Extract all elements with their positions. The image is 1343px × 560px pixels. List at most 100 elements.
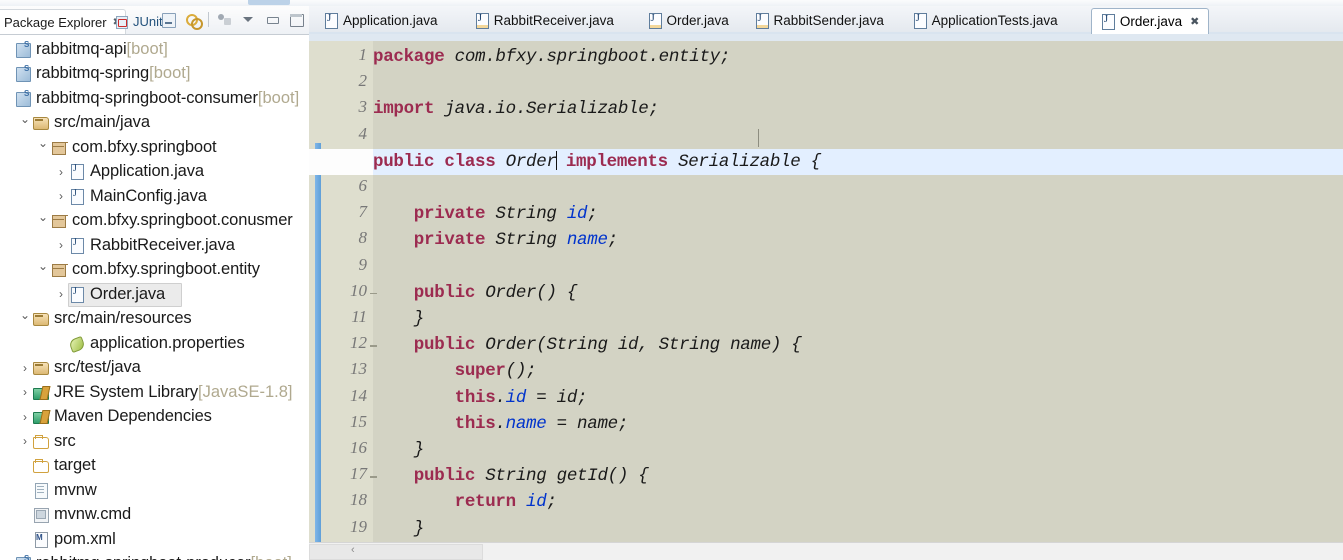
code-token: Order	[505, 151, 557, 172]
collapse-all-icon[interactable]	[160, 11, 177, 28]
tree-expand-arrow[interactable]	[18, 312, 32, 326]
code-line-18[interactable]: return id;	[373, 489, 1343, 515]
code-line-10[interactable]: public Order() {	[373, 280, 1343, 306]
code-line-3[interactable]: import java.io.Serializable;	[373, 96, 1343, 122]
line-number: 10	[350, 280, 367, 300]
minimize-icon[interactable]	[264, 11, 281, 28]
tree-expand-arrow[interactable]	[36, 214, 50, 228]
tab-label: Package Explorer	[4, 14, 107, 30]
tree-item-mvnw[interactable]: mvnw	[0, 478, 309, 503]
tree-item-label: JRE System Library	[54, 382, 198, 401]
tree-item-order-java[interactable]: Order.java	[0, 282, 309, 307]
tree-item-src[interactable]: src	[0, 429, 309, 454]
tab-junit[interactable]: JUnit	[112, 9, 167, 33]
tree-expand-arrow[interactable]	[54, 238, 68, 252]
tree-item-rabbitmq-springboot-consumer[interactable]: rabbitmq-springboot-consumer [boot]	[0, 86, 309, 111]
code-lines[interactable]: package com.bfxy.springboot.entity; impor…	[309, 41, 1343, 549]
editor-tab-order-java-5[interactable]: Order.java ✖	[1090, 8, 1210, 34]
tree-expand-arrow[interactable]	[54, 165, 68, 179]
tree-item-rabbitmq-springboot-producer[interactable]: rabbitmq-springboot-producer [boot]	[0, 552, 309, 560]
project-tree[interactable]: rabbitmq-api [boot]rabbitmq-spring [boot…	[0, 35, 309, 560]
tree-item-mainconfig-java[interactable]: MainConfig.java	[0, 184, 309, 209]
code-token: java.io.Serializable;	[434, 99, 659, 120]
code-editor[interactable]: 1234567891011121314151617181920 package …	[309, 41, 1343, 549]
file-icon	[32, 482, 51, 499]
tree-expand-arrow[interactable]	[36, 263, 50, 277]
editor-tab-label: RabbitReceiver.java	[493, 13, 614, 28]
tree-item-com-bfxy-springboot-entity[interactable]: com.bfxy.springboot.entity	[0, 258, 309, 283]
tab-package-explorer[interactable]: Package Explorer ✖	[0, 9, 127, 34]
tree-item-com-bfxy-springboot[interactable]: com.bfxy.springboot	[0, 135, 309, 160]
code-token: com.bfxy.springboot.entity;	[444, 47, 731, 67]
code-token: this	[373, 387, 496, 408]
editor-tab-label: Order.java	[1119, 14, 1183, 29]
tree-expand-arrow[interactable]	[18, 116, 32, 130]
tree-expand-arrow[interactable]	[18, 361, 32, 375]
tree-item-application-properties[interactable]: application.properties	[0, 331, 309, 356]
code-token: import	[373, 99, 435, 120]
code-line-13[interactable]: super();	[373, 358, 1343, 384]
code-line-15[interactable]: this.name = name;	[373, 411, 1343, 437]
code-line-16[interactable]: }	[373, 437, 1343, 463]
close-icon[interactable]: ✖	[1190, 15, 1199, 28]
tree-item-rabbitreceiver-java[interactable]: RabbitReceiver.java	[0, 233, 309, 258]
tree-item-rabbitmq-spring[interactable]: rabbitmq-spring [boot]	[0, 62, 309, 87]
code-line-9[interactable]	[373, 254, 1343, 280]
code-line-14[interactable]: this.id = id;	[373, 385, 1343, 411]
tree-expand-arrow[interactable]	[18, 385, 32, 399]
code-token: name	[566, 230, 608, 251]
tree-item-pom-xml[interactable]: pom.xml	[0, 527, 309, 552]
source-folder-icon	[32, 310, 51, 327]
tree-expand-arrow[interactable]	[18, 434, 32, 448]
code-line-4[interactable]	[373, 123, 1343, 149]
link-editor-icon[interactable]	[184, 11, 203, 30]
tree-item-label: application.properties	[90, 333, 245, 352]
editor-tab-application-java-0[interactable]: Application.java	[315, 8, 447, 33]
code-token: .	[495, 387, 506, 408]
editor-tab-order-java-2[interactable]: Order.java	[639, 8, 738, 33]
code-line-8[interactable]: private String name;	[373, 227, 1343, 253]
tree-item-src-main-java[interactable]: src/main/java	[0, 111, 309, 136]
tree-expand-arrow[interactable]	[54, 287, 68, 301]
tree-item-src-main-resources[interactable]: src/main/resources	[0, 307, 309, 332]
tree-item-com-bfxy-springboot-conusmer[interactable]: com.bfxy.springboot.conusmer	[0, 209, 309, 234]
code-token: String	[495, 204, 567, 225]
view-menu-icon[interactable]	[216, 11, 233, 28]
tree-item-suffix: [boot]	[251, 554, 292, 560]
code-token: super	[373, 361, 506, 382]
code-token: ;	[546, 492, 557, 513]
tree-item-jre-system-library[interactable]: JRE System Library [JavaSE-1.8]	[0, 380, 309, 405]
tree-expand-arrow[interactable]	[54, 189, 68, 203]
code-line-19[interactable]: }	[373, 516, 1343, 542]
scroll-left-icon[interactable]: ‹	[351, 544, 355, 556]
tree-item-label: Order.java	[90, 284, 166, 303]
tree-item-target[interactable]: target	[0, 454, 309, 479]
spring-project-icon	[14, 89, 33, 107]
code-line-1[interactable]: package com.bfxy.springboot.entity;	[373, 44, 1343, 70]
code-line-17[interactable]: public String getId() {	[373, 463, 1343, 489]
tree-item-label: rabbitmq-spring	[36, 64, 150, 83]
scrollbar-thumb[interactable]	[309, 544, 483, 560]
code-line-7[interactable]: private String id;	[373, 201, 1343, 227]
horizontal-scrollbar[interactable]: ‹	[309, 542, 1343, 560]
editor-tab-rabbitsender-java-3[interactable]: RabbitSender.java	[746, 8, 893, 33]
code-line-5[interactable]: public class Order implements Serializab…	[373, 149, 1343, 175]
tree-expand-arrow[interactable]	[18, 410, 32, 424]
tree-item-src-test-java[interactable]: src/test/java	[0, 356, 309, 381]
chevron-down-icon[interactable]	[240, 11, 257, 28]
editor-tab-rabbitreceiver-java-1[interactable]: RabbitReceiver.java	[466, 8, 623, 33]
code-line-2[interactable]	[373, 70, 1343, 96]
tree-item-maven-dependencies[interactable]: Maven Dependencies	[0, 405, 309, 430]
tree-item-rabbitmq-api[interactable]: rabbitmq-api [boot]	[0, 37, 309, 62]
code-line-12[interactable]: public Order(String id, String name) {	[373, 332, 1343, 358]
code-line-11[interactable]: }	[373, 306, 1343, 332]
code-token: name	[730, 335, 771, 356]
tree-item-application-java[interactable]: Application.java	[0, 160, 309, 185]
editor-tabbar[interactable]: Application.java RabbitReceiver.java Order…	[309, 6, 1343, 35]
editor-tab-applicationtests-java-4[interactable]: ApplicationTests.java	[904, 8, 1067, 33]
marker-column[interactable]	[309, 41, 329, 549]
code-line-6[interactable]	[373, 175, 1343, 201]
tree-item-mvnw-cmd[interactable]: mvnw.cmd	[0, 503, 309, 528]
maximize-icon[interactable]	[288, 11, 305, 28]
tree-expand-arrow[interactable]	[36, 140, 50, 154]
